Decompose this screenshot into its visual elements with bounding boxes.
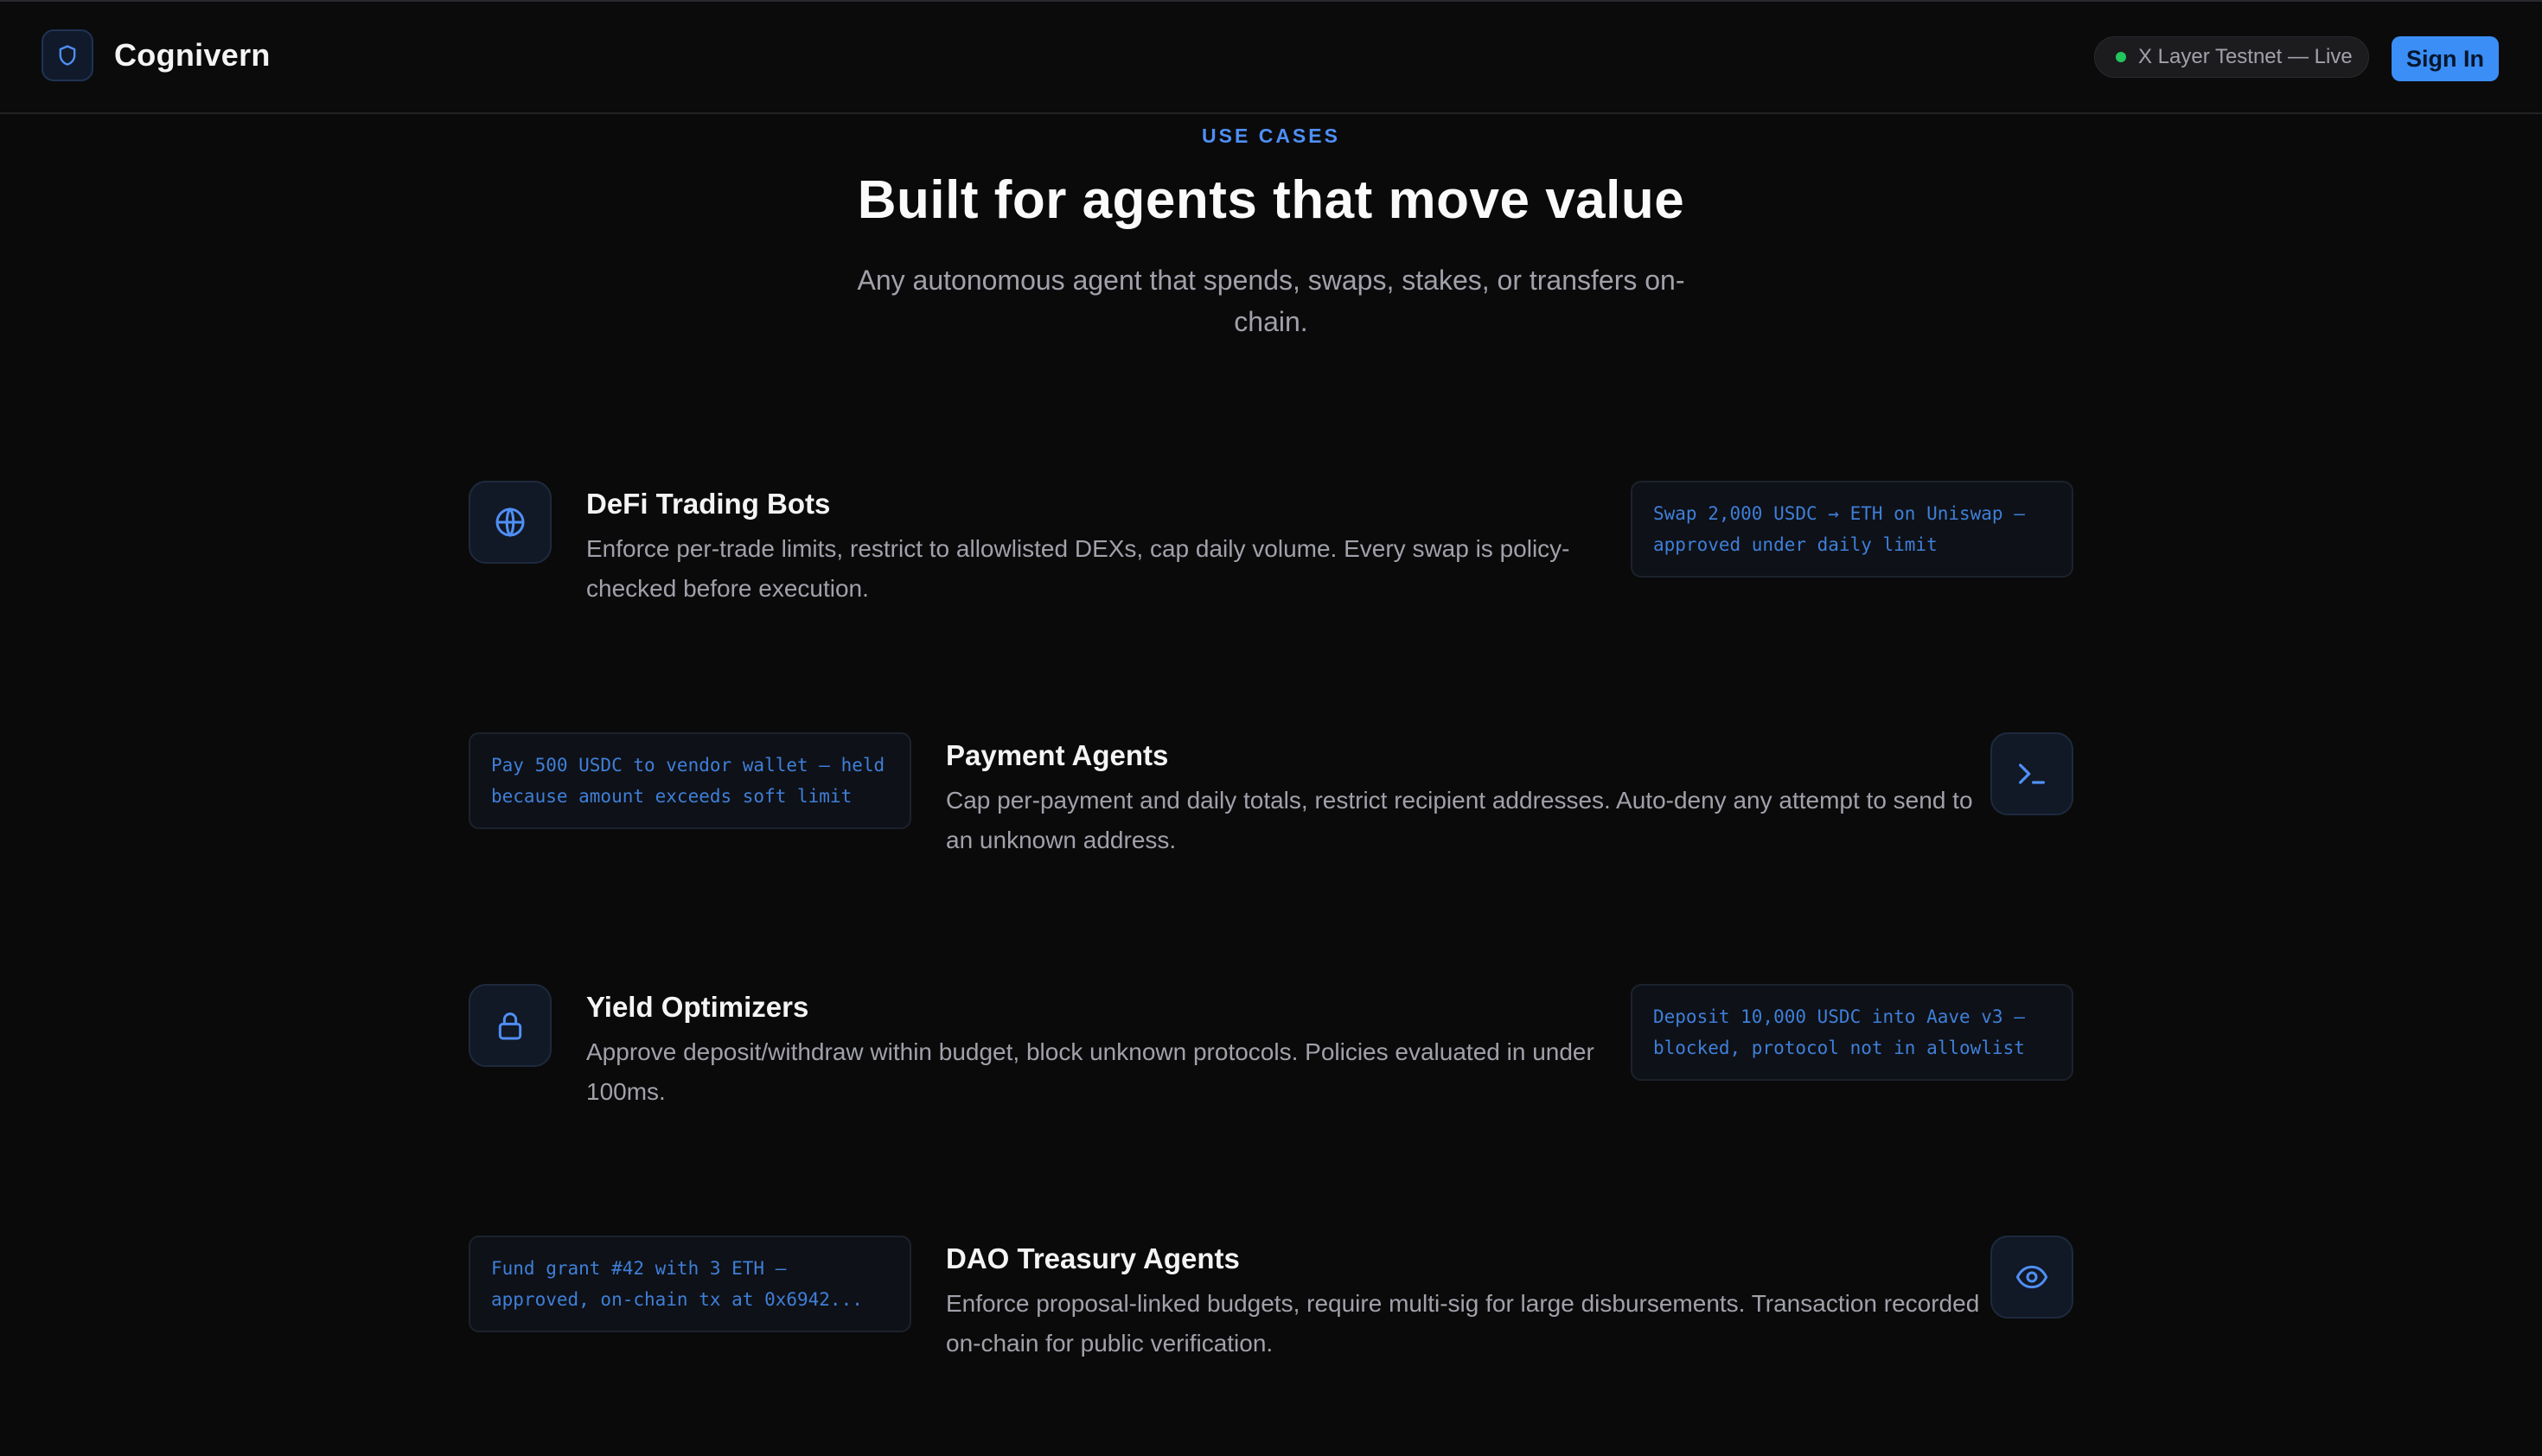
brand[interactable]: Cognivern [42,29,271,81]
network-status-badge: X Layer Testnet — Live [2094,36,2369,78]
use-case-payment-agents: Pay 500 USDC to vendor wallet — held bec… [469,732,2073,905]
brand-name: Cognivern [114,37,271,73]
use-case-description: Enforce proposal-linked budgets, require… [946,1290,1980,1357]
live-status-dot [2116,52,2126,62]
use-case-title: Payment Agents [946,739,1169,771]
globe-icon [469,481,552,564]
terminal-icon [1990,732,2073,815]
example-transaction: Fund grant #42 with 3 ETH — approved, on… [469,1236,911,1332]
top-navbar: Cognivern X Layer Testnet — Live Sign In [0,2,2542,114]
section-subtitle: Any autonomous agent that spends, swaps,… [857,265,1685,337]
use-case-title: DeFi Trading Bots [586,488,831,520]
network-status-text: X Layer Testnet — Live [2138,45,2353,68]
lock-icon [469,984,552,1067]
example-transaction: Pay 500 USDC to vendor wallet — held bec… [469,732,911,829]
use-case-description: Approve deposit/withdraw within budget, … [586,1038,1594,1105]
example-transaction: Deposit 10,000 USDC into Aave v3 — block… [1631,984,2073,1081]
use-case-title: DAO Treasury Agents [946,1242,1240,1274]
sign-in-button[interactable]: Sign In [2392,36,2499,81]
section-title: Built for agents that move value [857,170,1685,230]
use-case-description: Cap per-payment and daily totals, restri… [946,787,1973,853]
use-case-defi-trading-bots: DeFi Trading Bots Enforce per-trade limi… [469,481,2073,654]
section-eyebrow: USE CASES [1202,125,1340,147]
use-case-dao-treasury-agents: Fund grant #42 with 3 ETH — approved, on… [469,1236,2073,1408]
use-case-title: Yield Optimizers [586,991,809,1023]
use-case-description: Enforce per-trade limits, restrict to al… [586,535,1570,602]
example-transaction: Swap 2,000 USDC → ETH on Uniswap — appro… [1631,481,2073,578]
eye-icon [1990,1236,2073,1319]
use-case-yield-optimizers: Yield Optimizers Approve deposit/withdra… [469,984,2073,1157]
shield-icon [42,29,93,81]
